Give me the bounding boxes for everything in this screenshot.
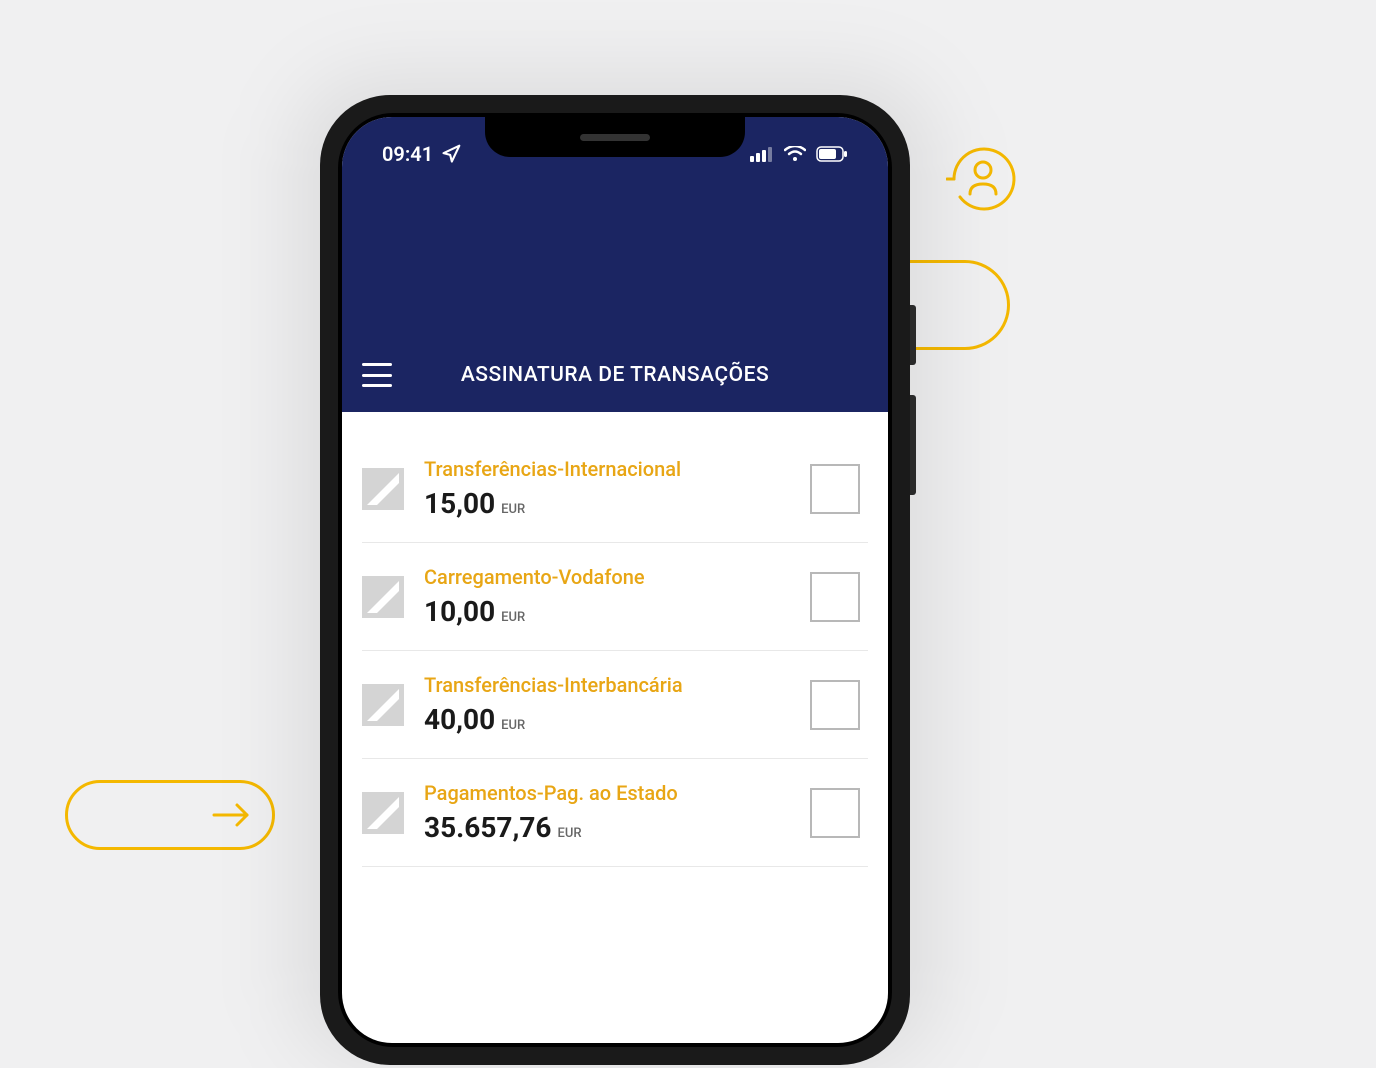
- transaction-row[interactable]: Transferências-Internacional 15,00 EUR: [362, 457, 868, 543]
- page-title: ASSINATURA DE TRANSAÇÕES: [392, 363, 868, 387]
- phone-frame: 09:41: [320, 95, 910, 1065]
- bank-logo-icon: [362, 684, 404, 726]
- phone-side-button: [910, 305, 916, 365]
- transaction-checkbox[interactable]: [810, 788, 860, 838]
- bank-logo-icon: [362, 576, 404, 618]
- transaction-amount: 15,00 EUR: [424, 487, 790, 520]
- transaction-currency: EUR: [501, 610, 525, 625]
- transaction-checkbox[interactable]: [810, 464, 860, 514]
- transaction-list: Transferências-Internacional 15,00 EUR: [342, 412, 888, 867]
- transaction-title: Transferências-Interbancária: [424, 673, 790, 697]
- phone-speaker: [580, 134, 650, 141]
- transaction-amount: 40,00 EUR: [424, 703, 790, 736]
- transaction-row[interactable]: Carregamento-Vodafone 10,00 EUR: [362, 543, 868, 651]
- battery-icon: [816, 146, 848, 162]
- bank-logo-icon: [362, 792, 404, 834]
- transaction-title: Transferências-Internacional: [424, 457, 790, 481]
- app-header: 09:41: [342, 117, 888, 412]
- transaction-row[interactable]: Pagamentos-Pag. ao Estado 35.657,76 EUR: [362, 759, 868, 867]
- bank-logo-icon: [362, 468, 404, 510]
- phone-screen: 09:41: [342, 117, 888, 1043]
- transaction-currency: EUR: [557, 826, 581, 841]
- transaction-amount: 10,00 EUR: [424, 595, 790, 628]
- location-icon: [441, 144, 461, 164]
- transaction-checkbox[interactable]: [810, 680, 860, 730]
- phone-notch: [485, 117, 745, 157]
- wifi-icon: [784, 146, 806, 162]
- transaction-checkbox[interactable]: [810, 572, 860, 622]
- phone-side-button: [910, 395, 916, 495]
- status-time: 09:41: [382, 142, 433, 166]
- transaction-title: Carregamento-Vodafone: [424, 565, 790, 589]
- cellular-signal-icon: [750, 146, 774, 162]
- transaction-currency: EUR: [501, 718, 525, 733]
- decorative-user-icon: [946, 142, 1021, 217]
- decorative-pill-bottom: [65, 780, 275, 850]
- transaction-title: Pagamentos-Pag. ao Estado: [424, 781, 790, 805]
- transaction-row[interactable]: Transferências-Interbancária 40,00 EUR: [362, 651, 868, 759]
- transaction-amount: 35.657,76 EUR: [424, 811, 790, 844]
- arrow-right-icon: [212, 800, 252, 830]
- menu-button[interactable]: [362, 363, 392, 387]
- transaction-currency: EUR: [501, 502, 525, 517]
